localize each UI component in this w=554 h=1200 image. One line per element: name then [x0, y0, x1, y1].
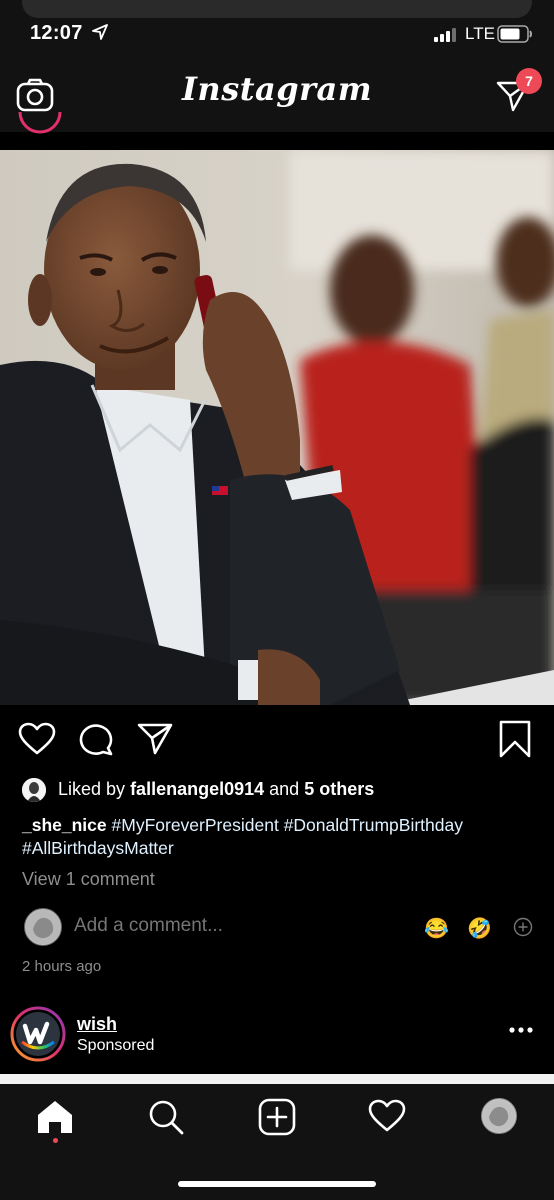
- battery-icon: [497, 25, 532, 43]
- post-photo[interactable]: [0, 150, 554, 705]
- more-options-icon[interactable]: [509, 1026, 533, 1034]
- liked-by-avatar[interactable]: [22, 778, 46, 802]
- share-icon[interactable]: [137, 722, 173, 756]
- liked-by-and: and: [269, 779, 300, 799]
- cellular-signal-icon: [434, 28, 456, 42]
- home-indicator: [178, 1181, 376, 1187]
- activity-heart-icon[interactable]: [368, 1099, 406, 1133]
- instagram-logo: Instagram: [181, 70, 373, 108]
- post-caption: _she_nice #MyForeverPresident #DonaldTru…: [22, 814, 542, 860]
- bookmark-icon[interactable]: [498, 720, 532, 758]
- home-icon[interactable]: [36, 1099, 74, 1135]
- network-type: LTE: [465, 24, 495, 43]
- home-active-dot: [53, 1138, 58, 1143]
- search-icon[interactable]: [147, 1098, 185, 1136]
- previous-post-avatar: [18, 112, 62, 134]
- next-post-media-edge: [0, 1074, 554, 1084]
- liked-by-summary[interactable]: Liked by fallenangel0914 and 5 others: [58, 779, 374, 800]
- liked-by-prefix: Liked by: [58, 779, 126, 799]
- heart-icon[interactable]: [18, 722, 56, 756]
- hashtag-link[interactable]: #MyForeverPresident: [112, 815, 279, 835]
- view-comments-link[interactable]: View 1 comment: [22, 869, 155, 890]
- comment-icon[interactable]: [78, 722, 114, 756]
- dm-notification-badge: 7: [516, 68, 542, 94]
- sponsored-account-name[interactable]: wish: [77, 1014, 117, 1035]
- quick-emoji-laughing[interactable]: 😂: [424, 916, 449, 941]
- my-avatar: [24, 908, 62, 946]
- wish-logo-avatar[interactable]: [10, 1006, 66, 1062]
- sponsored-label: Sponsored: [77, 1037, 155, 1054]
- add-emoji-icon[interactable]: [513, 917, 533, 937]
- post-timestamp: 2 hours ago: [22, 958, 102, 975]
- profile-avatar[interactable]: [481, 1098, 517, 1134]
- hashtag-link[interactable]: #AllBirthdaysMatter: [22, 838, 174, 858]
- liked-by-others-link[interactable]: 5 others: [304, 779, 374, 799]
- hashtag-link[interactable]: #DonaldTrumpBirthday: [284, 815, 463, 835]
- quick-emoji-rolling-laughing[interactable]: 🤣: [467, 916, 492, 941]
- location-arrow-icon: [92, 24, 108, 40]
- liked-by-username[interactable]: fallenangel0914: [130, 779, 264, 799]
- add-comment-input[interactable]: [74, 915, 374, 937]
- caption-username[interactable]: _she_nice: [22, 815, 107, 835]
- new-post-icon[interactable]: [258, 1098, 296, 1136]
- status-notch: [22, 0, 532, 18]
- status-time: 12:07: [30, 22, 83, 44]
